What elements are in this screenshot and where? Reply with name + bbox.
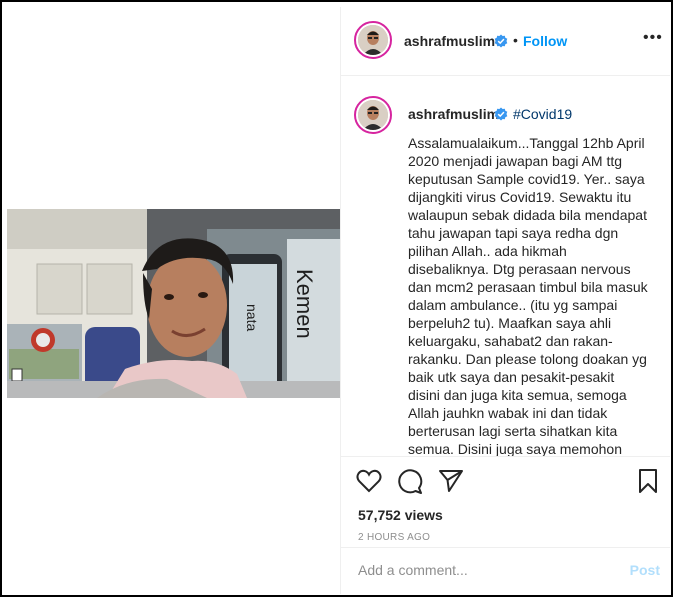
post-comment-button[interactable]: Post <box>630 562 660 578</box>
author-avatar-image <box>358 25 388 55</box>
caption-author-avatar[interactable] <box>354 96 392 134</box>
caption-text: Assalamualaikum...Tanggal 12hb April 202… <box>408 135 648 456</box>
comment-input[interactable] <box>358 562 598 578</box>
svg-text:nata: nata <box>244 304 260 331</box>
caption-avatar-image <box>358 100 388 130</box>
header-separator: • <box>513 32 518 48</box>
comment-icon[interactable] <box>397 469 423 495</box>
author-avatar[interactable] <box>354 21 392 59</box>
verified-badge-icon <box>494 34 508 48</box>
svg-text:Kemen: Kemen <box>292 269 317 339</box>
caption-hashtag-link[interactable]: #Covid19 <box>513 106 572 122</box>
comment-bar: Post <box>341 547 670 595</box>
author-username[interactable]: ashrafmuslim <box>404 33 495 49</box>
bookmark-icon[interactable] <box>638 468 658 494</box>
heart-icon[interactable] <box>356 469 382 493</box>
caption-area: ashrafmuslim #Covid19 Assalamualaikum...… <box>341 76 670 456</box>
post-details-panel: ashrafmuslim • Follow ••• ashrafmuslim #… <box>340 7 670 594</box>
post-timestamp[interactable]: 2 HOURS AGO <box>358 532 430 543</box>
post-media[interactable]: Kemen nata <box>7 7 340 594</box>
view-count[interactable]: 57,752 views <box>358 507 443 523</box>
more-icon[interactable]: ••• <box>643 29 663 47</box>
post-video[interactable]: Kemen nata <box>7 209 340 398</box>
post-header: ashrafmuslim • Follow ••• <box>341 7 670 76</box>
caption-verified-badge-icon <box>494 107 508 121</box>
post-actions: 57,752 views 2 HOURS AGO <box>341 456 670 547</box>
caption-username[interactable]: ashrafmuslim <box>408 106 499 122</box>
share-icon[interactable] <box>438 469 464 493</box>
post-window: Kemen nata ashrafmuslim • Follow ••• ash… <box>0 0 673 597</box>
follow-button[interactable]: Follow <box>523 33 567 49</box>
ambulance-selfie-image: Kemen nata <box>7 209 340 398</box>
